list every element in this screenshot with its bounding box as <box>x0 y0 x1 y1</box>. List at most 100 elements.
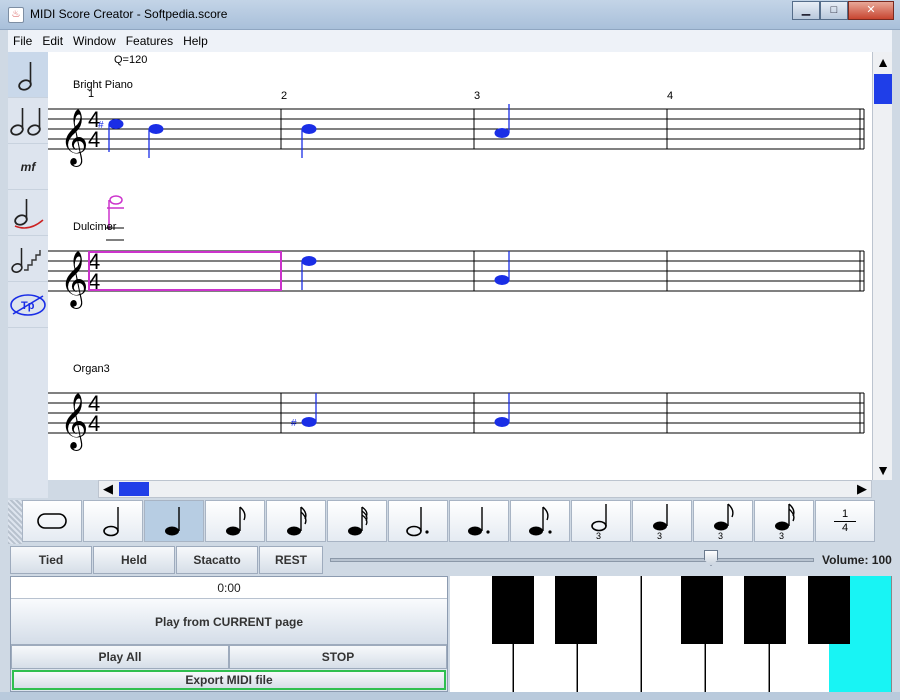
fraction-denominator: 4 <box>841 521 849 534</box>
instrument-label: Dulcimer <box>73 221 117 233</box>
piano-black-key[interactable] <box>681 576 723 644</box>
dotted-half-note-button[interactable] <box>388 500 448 542</box>
staff-lines <box>48 108 865 150</box>
eighth-note-button[interactable] <box>205 500 265 542</box>
vertical-scroll-thumb[interactable] <box>874 74 892 104</box>
play-current-page-button[interactable]: Play from CURRENT page <box>11 599 447 645</box>
dotted-quarter-note-icon <box>468 507 490 536</box>
notes[interactable]: # <box>291 393 510 429</box>
vertical-scrollbar[interactable]: ▲ ▼ <box>872 52 892 480</box>
notes[interactable]: # <box>98 104 510 158</box>
staccato-button[interactable]: Stacatto <box>176 546 258 574</box>
eighth-note-icon <box>226 506 246 536</box>
measure-number: 2 <box>281 90 287 102</box>
whole-note-button[interactable] <box>22 500 82 542</box>
treble-clef-icon: 𝄞 <box>60 393 88 451</box>
note-head[interactable] <box>301 256 317 266</box>
piano-black-key[interactable] <box>744 576 786 644</box>
playback-time: 0:00 <box>11 577 447 599</box>
note-head[interactable] <box>108 119 124 129</box>
menu-file[interactable]: File <box>8 34 37 48</box>
piano-black-key[interactable] <box>808 576 850 644</box>
close-button[interactable]: ✕ <box>848 1 894 20</box>
thirty-second-note-icon <box>348 506 368 536</box>
sixteenth-note-icon <box>287 506 307 536</box>
note-head[interactable] <box>301 124 317 134</box>
triplet-eighth-note-button[interactable]: 3 <box>693 500 753 542</box>
svg-text:3: 3 <box>718 531 723 540</box>
note-head[interactable] <box>494 275 510 285</box>
triplet-sixteenth-note-button[interactable]: 3 <box>754 500 814 542</box>
svg-text:3: 3 <box>779 531 784 540</box>
horizontal-scrollbar[interactable]: ◀ ▶ <box>98 480 872 498</box>
piano-black-key[interactable] <box>492 576 534 644</box>
score-staves[interactable]: Q=120 Bright Piano 1 2 3 4 𝄞 4 4 # Dulci… <box>48 52 872 480</box>
quarter-note-tool[interactable] <box>8 52 48 98</box>
play-all-button[interactable]: Play All <box>11 645 229 669</box>
held-button[interactable]: Held <box>93 546 175 574</box>
staff-lines <box>48 392 865 434</box>
palette-grip[interactable] <box>8 500 22 544</box>
sharp-icon: # <box>98 120 104 131</box>
scroll-up-icon[interactable]: ▲ <box>875 54 891 70</box>
score-canvas[interactable]: Q=120 Bright Piano 1 2 3 4 𝄞 4 4 # Dulci… <box>48 52 872 480</box>
dotted-eighth-note-button[interactable] <box>510 500 570 542</box>
dotted-eighth-note-icon <box>529 506 552 536</box>
slur-tool[interactable] <box>8 190 48 236</box>
note-head[interactable] <box>494 128 510 138</box>
staff-bright-piano[interactable]: Bright Piano 1 2 3 4 𝄞 4 4 # <box>48 79 865 167</box>
slur-note-icon <box>14 198 44 229</box>
maximize-button[interactable]: □ <box>820 1 848 20</box>
title-bar: ♨ MIDI Score Creator - Softpedia.score ▁… <box>0 0 900 30</box>
note-head[interactable] <box>148 124 164 134</box>
volume-slider-track[interactable] <box>330 558 814 562</box>
instrument-label: Organ3 <box>73 363 110 375</box>
dynamics-tool[interactable]: mf <box>8 144 48 190</box>
minimize-button[interactable]: ▁ <box>792 1 820 20</box>
half-note-icon <box>18 61 32 91</box>
playback-panel: 0:00 Play from CURRENT page Play All STO… <box>10 576 448 692</box>
menu-edit[interactable]: Edit <box>37 34 68 48</box>
scroll-left-icon[interactable]: ◀ <box>100 481 116 497</box>
thirty-second-note-button[interactable] <box>327 500 387 542</box>
fraction-numerator: 1 <box>841 507 849 520</box>
triplet-half-note-button[interactable]: 3 <box>571 500 631 542</box>
dotted-quarter-note-button[interactable] <box>449 500 509 542</box>
triplet-half-note-icon: 3 <box>591 504 607 540</box>
chord-tool[interactable] <box>8 98 48 144</box>
triplet-sixteenth-note-icon: 3 <box>775 503 795 540</box>
sixteenth-note-button[interactable] <box>266 500 326 542</box>
menu-features[interactable]: Features <box>121 34 178 48</box>
piano-keyboard[interactable] <box>450 576 892 692</box>
triplet-quarter-note-button[interactable]: 3 <box>632 500 692 542</box>
staff-lines <box>48 250 865 292</box>
half-note-button[interactable] <box>83 500 143 542</box>
scroll-right-icon[interactable]: ▶ <box>854 481 870 497</box>
fraction-button[interactable]: 1 4 <box>815 500 875 542</box>
window-title: MIDI Score Creator - Softpedia.score <box>30 7 228 21</box>
instrument-label: Bright Piano <box>73 79 133 91</box>
export-midi-button[interactable]: Export MIDI file <box>12 670 446 690</box>
horizontal-scroll-thumb[interactable] <box>119 482 149 496</box>
tied-button[interactable]: Tied <box>10 546 92 574</box>
sharp-icon: # <box>291 418 297 429</box>
rest-button[interactable]: REST <box>259 546 323 574</box>
staircase-tool[interactable] <box>8 236 48 282</box>
staff-dulcimer[interactable]: Dulcimer 𝄞 4 4 <box>48 195 865 309</box>
note-head[interactable] <box>494 417 510 427</box>
staff-organ3[interactable]: Organ3 𝄞 4 4 # <box>48 363 865 451</box>
tuplet-tool[interactable]: Tp <box>8 282 48 328</box>
scroll-down-icon[interactable]: ▼ <box>875 462 891 478</box>
svg-text:3: 3 <box>596 531 601 540</box>
measure-number: 3 <box>474 90 480 102</box>
svg-text:3: 3 <box>657 531 662 540</box>
menu-help[interactable]: Help <box>178 34 213 48</box>
quarter-note-button[interactable] <box>144 500 204 542</box>
volume-slider-thumb[interactable] <box>704 550 718 566</box>
piano-black-key[interactable] <box>555 576 597 644</box>
menu-window[interactable]: Window <box>68 34 121 48</box>
measure-number: 4 <box>667 90 673 102</box>
note-head[interactable] <box>301 417 317 427</box>
window-controls: ▁ □ ✕ <box>792 1 894 21</box>
stop-button[interactable]: STOP <box>229 645 447 669</box>
